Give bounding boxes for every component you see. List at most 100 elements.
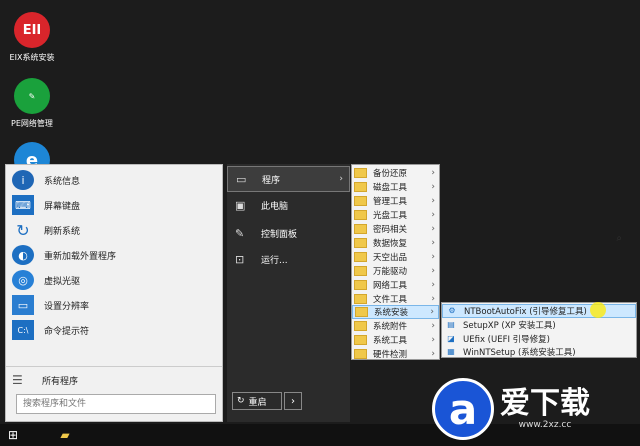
submenu-item-admin-tools[interactable]: 管理工具 › xyxy=(352,194,439,208)
submenu-item-winntsetup[interactable]: ▦ WinNTSetup (系统安装工具) xyxy=(442,345,636,359)
start-menu-right-panel: ▭ 程序 › ▣ 此电脑 ✎ 控制面板 ⊡ 运行... xyxy=(227,164,350,422)
submenu-item-label: 万能驱动 xyxy=(373,266,408,277)
submenu-item-system-tools[interactable]: 系统工具 › xyxy=(352,333,439,347)
mouse-cursor-highlight xyxy=(590,302,606,318)
start-item-system-info[interactable]: i 系统信息 xyxy=(12,169,80,191)
submenu-item-tiankong[interactable]: 天空出品 › xyxy=(352,250,439,264)
submenu-item-disk-tools[interactable]: 磁盘工具 › xyxy=(352,180,439,194)
start-right-item-control-panel[interactable]: ✎ 控制面板 xyxy=(227,220,350,246)
start-right-item-run[interactable]: ⊡ 运行... xyxy=(227,246,350,272)
list-icon: ☰ xyxy=(12,373,23,387)
submenu-item-file-tools[interactable]: 文件工具 › xyxy=(352,292,439,306)
watermark: a 爱下载 www.2xz.cc xyxy=(432,378,590,440)
desktop-icon-pe-network[interactable]: ✎ PE网络管理 xyxy=(0,78,64,129)
system-install-submenu: ⚙ NTBootAutoFix (引导修复工具) ▤ SetupXP (XP 安装工… xyxy=(441,302,637,358)
uefi-icon: ◪ xyxy=(447,334,455,344)
chevron-right-icon: › xyxy=(431,251,435,262)
start-item-resolution[interactable]: ▭ 设置分辨率 xyxy=(12,294,89,316)
file-explorer-icon[interactable]: ▰ xyxy=(52,426,78,444)
chevron-right-icon: › xyxy=(430,306,434,317)
chevron-right-icon: › xyxy=(431,181,435,192)
submenu-item-uefix[interactable]: ◪ UEfix (UEFI 引导修复) xyxy=(442,332,636,346)
submenu-item-label: WinNTSetup (系统安装工具) xyxy=(463,347,576,358)
search-icon[interactable]: ⌕ xyxy=(616,233,622,244)
folder-icon xyxy=(354,334,367,345)
submenu-item-backup[interactable]: 备份还原 › xyxy=(352,166,439,180)
folder-icon xyxy=(354,279,367,290)
submenu-item-label: 天空出品 xyxy=(373,252,408,263)
start-item-reload-external[interactable]: ◐ 重新加载外置程序 xyxy=(12,244,116,266)
reload-icon: ◐ xyxy=(12,245,34,265)
submenu-item-accessories[interactable]: 系统附件 › xyxy=(352,319,439,333)
programs-icon: ▭ xyxy=(236,172,247,186)
pe-network-icon: ✎ xyxy=(14,78,50,114)
submenu-item-data-recovery[interactable]: 数据恢复 › xyxy=(352,236,439,250)
submenu-item-ntbootautofix[interactable]: ⚙ NTBootAutoFix (引导修复工具) xyxy=(442,304,636,318)
desktop-icon-label: EIX系统安装 xyxy=(9,53,55,62)
desktop-icon-label: PE网络管理 xyxy=(11,119,53,128)
start-right-item-label: 控制面板 xyxy=(261,229,298,240)
chevron-right-icon: › xyxy=(339,174,343,184)
repair-tool-icon: ⚙ xyxy=(448,306,456,316)
submenu-item-label: 硬件检测 xyxy=(373,349,408,360)
watermark-title: 爱下载 xyxy=(500,386,590,421)
display-icon: ▭ xyxy=(12,295,34,315)
submenu-item-label: 光盘工具 xyxy=(373,210,408,221)
chevron-right-icon: › xyxy=(431,320,435,331)
restart-label: 重启 xyxy=(248,397,267,408)
submenu-item-label: SetupXP (XP 安装工具) xyxy=(463,320,556,331)
submenu-item-label: 管理工具 xyxy=(373,196,408,207)
folder-icon xyxy=(354,167,367,178)
chevron-right-icon: › xyxy=(431,265,435,276)
submenu-item-label: 备份还原 xyxy=(373,168,408,179)
power-options-button[interactable]: › xyxy=(284,392,302,410)
folder-icon xyxy=(354,348,367,359)
submenu-item-disc-tools[interactable]: 光盘工具 › xyxy=(352,208,439,222)
submenu-item-drivers[interactable]: 万能驱动 › xyxy=(352,264,439,278)
chevron-right-icon: › xyxy=(291,395,295,407)
folder-icon xyxy=(354,181,367,192)
run-icon: ⊡ xyxy=(235,252,245,266)
restart-icon: ↻ xyxy=(237,396,245,406)
desktop-icon-eix[interactable]: EII EIX系统安装 xyxy=(0,12,64,63)
submenu-item-label: 密码相关 xyxy=(373,224,408,235)
submenu-item-hardware[interactable]: 硬件检测 › xyxy=(352,347,439,361)
start-right-item-this-pc[interactable]: ▣ 此电脑 xyxy=(227,192,350,218)
submenu-item-setupxp[interactable]: ▤ SetupXP (XP 安装工具) xyxy=(442,318,636,332)
start-item-virtual-drive[interactable]: ◎ 虚拟光驱 xyxy=(12,269,80,291)
start-right-item-programs[interactable]: ▭ 程序 › xyxy=(227,166,350,192)
start-item-label: 屏幕键盘 xyxy=(44,201,81,212)
restart-button[interactable]: ↻ 重启 xyxy=(232,392,282,410)
control-panel-icon: ✎ xyxy=(235,226,245,240)
setup-icon: ▤ xyxy=(447,320,455,330)
start-menu-left-panel: i 系统信息 ⌨ 屏幕键盘 ↻ 刷新系统 ◐ 重新加载外置程序 ◎ 虚拟光驱 ▭… xyxy=(5,164,223,422)
computer-icon: ▣ xyxy=(235,198,246,212)
start-right-item-label: 程序 xyxy=(262,175,281,186)
cmd-icon: C:\ xyxy=(12,320,34,340)
chevron-right-icon: › xyxy=(431,348,435,359)
submenu-item-system-install[interactable]: 系统安装 › xyxy=(352,305,439,319)
start-item-onscreen-keyboard[interactable]: ⌨ 屏幕键盘 xyxy=(12,194,80,216)
submenu-item-network-tools[interactable]: 网络工具 › xyxy=(352,278,439,292)
start-item-label: 重新加载外置程序 xyxy=(44,251,117,262)
chevron-right-icon: › xyxy=(431,293,435,304)
start-item-command-prompt[interactable]: C:\ 命令提示符 xyxy=(12,319,89,341)
start-item-label: 虚拟光驱 xyxy=(44,276,81,287)
submenu-item-label: 网络工具 xyxy=(373,280,408,291)
all-programs-button[interactable]: ☰ 所有程序 xyxy=(12,369,78,391)
cd-icon: ◎ xyxy=(12,270,34,290)
search-input[interactable] xyxy=(16,394,216,414)
start-right-item-label: 此电脑 xyxy=(261,201,289,212)
submenu-item-password[interactable]: 密码相关 › xyxy=(352,222,439,236)
chevron-right-icon: › xyxy=(431,334,435,345)
start-right-item-label: 运行... xyxy=(261,255,288,266)
folder-icon xyxy=(354,195,367,206)
chevron-right-icon: › xyxy=(431,195,435,206)
windows-start-icon[interactable]: ⊞ xyxy=(8,428,18,442)
submenu-item-label: UEfix (UEFI 引导修复) xyxy=(463,334,551,345)
start-item-refresh-system[interactable]: ↻ 刷新系统 xyxy=(12,219,80,241)
programs-submenu: 备份还原 › 磁盘工具 › 管理工具 › 光盘工具 › 密码相关 › 数据恢复 › 天空出品… xyxy=(351,164,440,360)
divider xyxy=(6,366,222,367)
folder-icon xyxy=(354,223,367,234)
chevron-right-icon: › xyxy=(431,209,435,220)
